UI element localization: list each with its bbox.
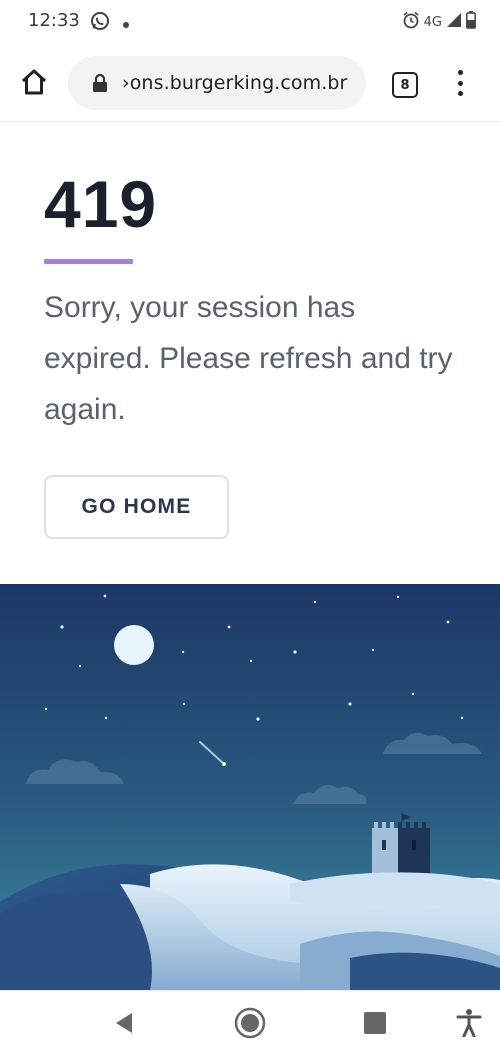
home-icon[interactable] <box>18 66 50 98</box>
browser-toolbar: ›ons.burgerking.com.br 8 <box>0 44 500 122</box>
url-bar[interactable]: ›ons.burgerking.com.br <box>68 56 366 110</box>
accent-divider <box>44 259 133 264</box>
go-home-label: GO HOME <box>81 495 192 518</box>
signal-icon <box>446 12 462 32</box>
night-desert-illustration <box>0 584 500 990</box>
error-code: 419 <box>44 167 158 241</box>
page-content: 419 Sorry, your session has expired. Ple… <box>0 122 500 584</box>
url-text: ›ons.burgerking.com.br <box>122 72 348 94</box>
tab-count: 8 <box>400 77 410 93</box>
error-message: Sorry, your session has expired. Please … <box>44 291 453 426</box>
home-circle-icon[interactable] <box>234 1007 266 1043</box>
dot-icon <box>122 14 130 33</box>
status-time: 12:33 <box>28 10 80 31</box>
go-home-button[interactable]: GO HOME <box>44 475 229 539</box>
network-type: 4G <box>423 14 442 30</box>
back-icon[interactable] <box>112 1011 136 1039</box>
recents-icon[interactable] <box>364 1012 386 1038</box>
lock-icon <box>92 73 108 93</box>
whatsapp-icon <box>90 11 110 35</box>
status-right-icons: 4G <box>402 11 476 33</box>
tabs-icon[interactable]: 8 <box>392 72 418 98</box>
battery-icon <box>466 11 476 33</box>
android-nav-bar <box>0 990 500 1056</box>
status-left-icons <box>90 11 130 35</box>
more-vert-icon[interactable] <box>452 68 468 98</box>
alarm-icon <box>402 11 420 33</box>
status-bar: 12:33 4G <box>0 0 500 44</box>
accessibility-icon[interactable] <box>456 1009 482 1041</box>
